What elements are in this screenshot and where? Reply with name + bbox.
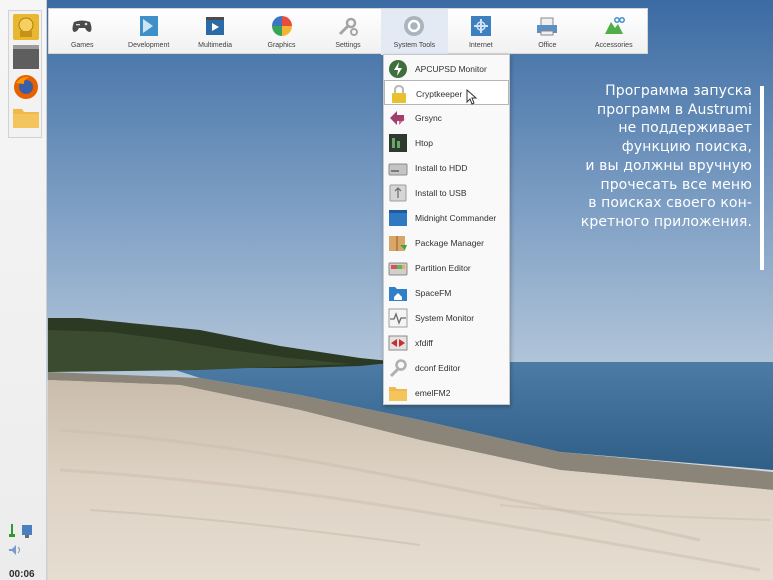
menu-category-label: Office <box>538 42 557 49</box>
menu-category-label: Development <box>128 42 170 49</box>
folder-home-icon <box>389 287 407 301</box>
internet-icon <box>470 16 491 36</box>
menu-item-label: SpaceFM <box>415 288 452 298</box>
menu-item-cryptkeeper[interactable]: Cryptkeeper <box>384 80 509 105</box>
menu-item-system-monitor[interactable]: System Monitor <box>384 305 509 330</box>
menu-item-dconf-editor[interactable]: dconf Editor <box>384 355 509 380</box>
mouse-pointer-icon <box>466 89 478 105</box>
menu-category-development[interactable]: Development <box>115 9 181 55</box>
terminal-icon[interactable] <box>13 44 39 70</box>
multimedia-icon <box>206 17 225 35</box>
menu-category-label: Settings <box>335 42 361 49</box>
menu-category-multimedia[interactable]: Multimedia <box>182 9 248 55</box>
menu-item-label: Install to HDD <box>415 163 468 173</box>
left-panel: 00:06 <box>0 0 47 580</box>
menu-item-label: System Monitor <box>415 313 475 323</box>
accessories-icon <box>604 17 625 34</box>
menu-item-label: Htop <box>415 138 433 148</box>
article-caption: Программа запуска программ в Austrumi не… <box>540 82 752 232</box>
menu-item-label: Midnight Commander <box>415 213 497 223</box>
menu-category-label: Internet <box>468 42 493 49</box>
menu-item-label: dconf Editor <box>415 363 461 373</box>
menu-item-emelfm2[interactable]: emelFM2 <box>384 380 509 405</box>
caption-line: и вы должны вручную <box>585 157 752 174</box>
development-icon <box>139 16 158 36</box>
launcher-group <box>8 10 42 138</box>
menu-category-label: Multimedia <box>198 42 233 49</box>
menu-category-accessories[interactable]: Accessories <box>581 9 647 55</box>
folder-icon[interactable] <box>13 104 39 130</box>
austrumi-logo-icon[interactable] <box>13 14 39 40</box>
menu-item-label: Partition Editor <box>415 263 471 273</box>
padlock-icon <box>392 84 406 103</box>
menu-item-install-to-usb[interactable]: Install to USB <box>384 180 509 205</box>
wrench-icon <box>389 359 407 378</box>
caption-line: прочесать все меню <box>600 176 752 193</box>
tray-icons <box>9 524 32 555</box>
menu-category-label: Graphics <box>267 42 296 49</box>
menu-item-install-to-hdd[interactable]: Install to HDD <box>384 155 509 180</box>
menu-item-apcupsd-monitor[interactable]: APCUPSD Monitor <box>384 56 509 81</box>
menu-item-partition-editor[interactable]: Partition Editor <box>384 255 509 280</box>
power-icon <box>389 60 407 78</box>
office-icon <box>537 17 558 36</box>
clock[interactable]: 00:06 <box>9 569 35 580</box>
menu-item-label: Grsync <box>415 113 442 123</box>
menu-item-midnight-commander[interactable]: Midnight Commander <box>384 205 509 230</box>
gamepad-icon <box>72 20 92 32</box>
caption-line: Программа запуска <box>605 83 752 99</box>
usb-drive-icon <box>389 184 407 202</box>
menu-item-label: Install to USB <box>415 188 467 198</box>
system-tray <box>6 522 42 563</box>
caption-line: не поддерживает <box>618 120 752 137</box>
file-manager-icon <box>389 210 407 226</box>
caption-line: кретного приложения. <box>580 213 752 230</box>
disk-partition-icon <box>388 262 408 276</box>
network-icon <box>22 525 32 538</box>
menu-category-system-tools[interactable]: System Tools <box>381 9 448 55</box>
menu-category-office[interactable]: Office <box>514 9 580 55</box>
menu-item-grsync[interactable]: Grsync <box>384 105 509 130</box>
system-tools-icon <box>404 16 425 36</box>
menu-item-label: APCUPSD Monitor <box>415 64 487 74</box>
menu-item-label: xfdiff <box>415 338 433 348</box>
menu-item-label: emelFM2 <box>415 388 451 398</box>
menu-category-settings[interactable]: Settings <box>315 9 381 55</box>
caption-line: программ в Austrumi <box>597 101 752 118</box>
menu-item-spacefm[interactable]: SpaceFM <box>384 280 509 305</box>
volume-icon <box>9 545 20 555</box>
menu-category-graphics[interactable]: Graphics <box>248 9 314 55</box>
menu-category-internet[interactable]: Internet <box>448 9 514 55</box>
folder-icon <box>389 387 407 401</box>
diff-icon <box>388 335 408 351</box>
menu-item-label: Cryptkeeper <box>416 89 463 99</box>
menu-category-label: System Tools <box>393 42 436 49</box>
battery-icon <box>9 524 15 537</box>
settings-icon <box>338 17 358 36</box>
menu-category-label: Games <box>70 42 94 49</box>
caption-accent-bar <box>760 86 764 270</box>
menu-item-xfdiff[interactable]: xfdiff <box>384 330 509 355</box>
package-icon <box>389 236 407 251</box>
menu-item-package-manager[interactable]: Package Manager <box>384 230 509 255</box>
firefox-icon[interactable] <box>13 74 39 100</box>
activity-monitor-icon <box>388 308 408 328</box>
menu-category-games[interactable]: Games <box>49 9 115 55</box>
menu-item-label: Package Manager <box>415 238 484 248</box>
terminal-monitor-icon <box>389 134 407 152</box>
graphics-icon <box>271 16 292 36</box>
caption-line: в поисках своего кон- <box>588 195 752 212</box>
menu-category-label: Accessories <box>594 42 633 49</box>
caption-line: функцию поиска, <box>621 139 752 156</box>
application-menu-bar: Games Development Multimedia Graphics Se… <box>48 8 648 55</box>
system-tools-dropdown: APCUPSD Monitor Cryptkeeper Grsync Htop … <box>383 54 510 405</box>
hard-disk-icon <box>388 163 408 176</box>
sync-icon <box>390 111 406 125</box>
menu-item-htop[interactable]: Htop <box>384 130 509 155</box>
